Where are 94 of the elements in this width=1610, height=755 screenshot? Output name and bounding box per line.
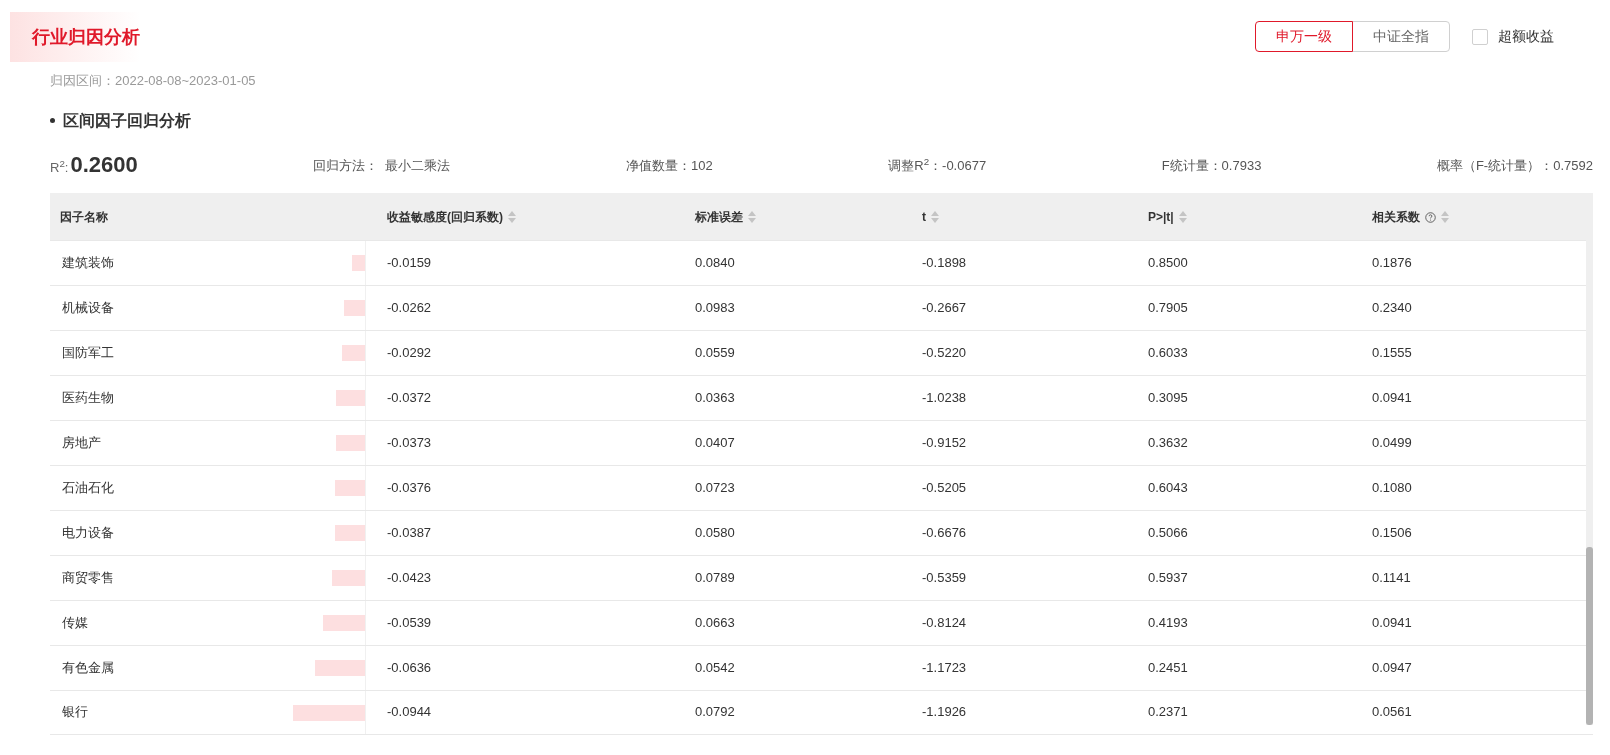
table-cell-text: 0.7905 <box>1148 298 1188 317</box>
table-cell-text: 医药生物 <box>62 388 114 407</box>
table-cell-text: 0.2340 <box>1372 298 1412 317</box>
table-cell-text: 0.6033 <box>1148 343 1188 362</box>
table-cell-text: -1.0238 <box>922 388 967 407</box>
table-cell-text: 0.0499 <box>1372 433 1412 452</box>
column-header[interactable]: P>|t| <box>1148 208 1187 226</box>
table-cell-text: 建筑装饰 <box>62 253 114 272</box>
sort-icon[interactable] <box>748 211 756 223</box>
toggle-button[interactable]: 申万一级 <box>1255 21 1353 52</box>
stat-text: 调整R$^{2}$：-0.0677 <box>888 156 987 175</box>
table-cell-text: 0.1555 <box>1372 343 1412 362</box>
stat-text: 概率（F-统计量）：0.7592 <box>1436 157 1593 175</box>
table-cell-text: 电力设备 <box>62 523 114 542</box>
table-cell-text: -1.1723 <box>922 658 967 677</box>
table-cell-text: 0.3632 <box>1148 433 1188 452</box>
stat-text: F统计量：0.7933 <box>1161 157 1262 175</box>
toggle-button[interactable]: 中证全指 <box>1352 21 1450 52</box>
table-cell-text: 国防军工 <box>62 343 114 362</box>
column-header: 因子名称 <box>60 209 108 226</box>
table-cell-text: 0.5066 <box>1148 523 1188 542</box>
table-cell-text: 0.1141 <box>1372 568 1411 587</box>
table-cell-text: -0.0262 <box>387 298 432 317</box>
table-cell-text: 传媒 <box>62 613 88 632</box>
table-cell-text: 0.0792 <box>695 703 735 722</box>
table-cell-text: 0.0663 <box>695 613 735 632</box>
table-cell-text: -0.5359 <box>922 568 967 587</box>
table-cell-text: -0.5220 <box>922 343 967 362</box>
sort-icon[interactable] <box>1178 211 1187 223</box>
table-cell-text: 0.0542 <box>695 658 735 677</box>
bullet-icon <box>50 118 55 123</box>
table-cell-text: 0.1876 <box>1372 253 1412 272</box>
column-header[interactable]: 标准误差 <box>695 208 756 226</box>
page-title: 行业归因分析 <box>10 12 140 62</box>
column-header[interactable]: 相关系数 <box>1372 208 1449 226</box>
table-cell-text: 0.4193 <box>1148 613 1188 632</box>
table-cell-text: -0.0944 <box>387 703 432 722</box>
table-cell-text: 0.0559 <box>695 343 735 362</box>
r2-value: 0.2600 <box>70 150 138 179</box>
help-icon[interactable] <box>1425 211 1436 223</box>
table-cell-text: 0.3095 <box>1148 388 1188 407</box>
table-cell-text: 石油石化 <box>62 478 114 497</box>
table-cell-text: 0.1080 <box>1372 478 1412 497</box>
sort-icon[interactable] <box>1441 211 1449 223</box>
table-cell-text: 0.0407 <box>695 433 735 452</box>
table-cell-text: -0.8124 <box>922 613 967 632</box>
checkbox-label[interactable]: 超额收益 <box>1498 26 1554 47</box>
table-cell-text: -0.0159 <box>387 253 432 272</box>
table-cell-text: -0.0376 <box>387 478 432 497</box>
table-cell-text: 0.0723 <box>695 478 735 497</box>
table-cell-text: 房地产 <box>62 433 101 452</box>
table-cell-text: 0.5937 <box>1148 568 1188 587</box>
r2-label: R$^{2}$: <box>50 158 69 177</box>
table-cell-text: -0.1898 <box>922 253 967 272</box>
table-cell-text: -0.0636 <box>387 658 432 677</box>
table-cell-text: 0.0840 <box>695 253 735 272</box>
table-cell-text: 机械设备 <box>62 298 114 317</box>
table-cell-text: -0.0387 <box>387 523 432 542</box>
table-cell-text: -0.2667 <box>922 298 967 317</box>
sort-icon[interactable] <box>931 211 939 223</box>
sort-icon[interactable] <box>508 211 516 223</box>
table-cell-text: 0.0789 <box>695 568 735 587</box>
table-cell-text: 商贸零售 <box>62 568 114 587</box>
table-cell-text: -0.9152 <box>922 433 967 452</box>
column-header[interactable]: 收益敏感度(回归系数) <box>387 208 516 226</box>
table-cell-text: -0.0372 <box>387 388 432 407</box>
table-cell-text: -0.0292 <box>387 343 432 362</box>
table-cell-text: -0.0373 <box>387 433 432 452</box>
table-cell-text: -0.6676 <box>922 523 967 542</box>
table-cell-text: 0.8500 <box>1148 253 1188 272</box>
table-cell-text: 0.0561 <box>1372 703 1412 722</box>
checkbox[interactable] <box>1472 28 1488 45</box>
table-cell-text: 0.0983 <box>695 298 735 317</box>
table-cell-text: 0.6043 <box>1148 478 1188 497</box>
table-cell-text: 0.0941 <box>1372 613 1412 632</box>
table-cell-text: 0.0580 <box>695 523 735 542</box>
scrollbar[interactable] <box>1586 239 1593 725</box>
stat-text: 回归方法： 最小二乘法 <box>313 157 451 175</box>
period-text: 归因区间：2022-08-08~2023-01-05 <box>50 72 257 90</box>
table-cell-text: 有色金属 <box>62 658 114 677</box>
table-cell-text: 0.0947 <box>1372 658 1412 677</box>
table-cell-text: -0.5205 <box>922 478 967 497</box>
column-header[interactable]: t <box>922 208 939 226</box>
table-cell-text: -0.0423 <box>387 568 432 587</box>
table-cell-text: -1.1926 <box>922 703 967 722</box>
table-cell-text: 0.0363 <box>695 388 735 407</box>
stat-text: 净值数量：102 <box>626 157 713 175</box>
table-cell-text: 0.1506 <box>1372 523 1412 542</box>
table-cell-text: 0.0941 <box>1372 388 1412 407</box>
table-cell-text: 0.2371 <box>1148 703 1188 722</box>
table-cell-text: 银行 <box>62 703 88 722</box>
section-title: 区间因子回归分析 <box>63 110 191 131</box>
table-cell-text: 0.2451 <box>1148 658 1188 677</box>
table-cell-text: -0.0539 <box>387 613 432 632</box>
